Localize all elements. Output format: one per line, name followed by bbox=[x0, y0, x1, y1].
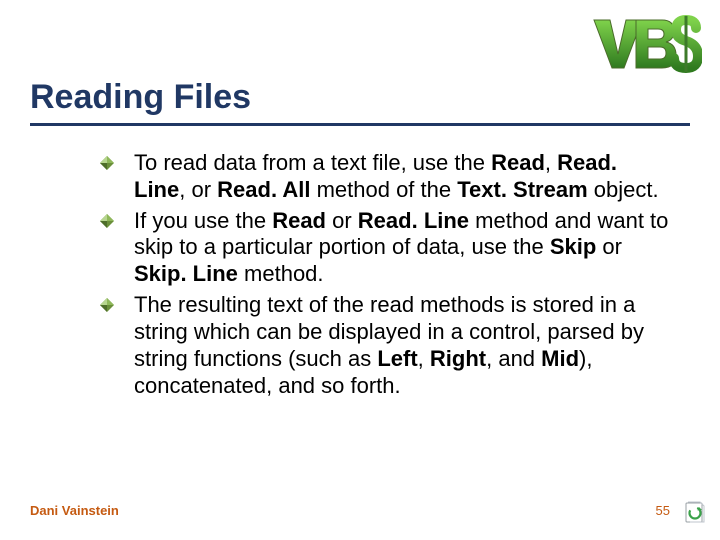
bullet-text: To read data from a text file, use the R… bbox=[134, 150, 659, 202]
body-content: To read data from a text file, use the R… bbox=[100, 150, 670, 403]
vbs-logo bbox=[592, 14, 702, 74]
footer-author: Dani Vainstein bbox=[30, 503, 119, 518]
slide-title: Reading Files bbox=[30, 78, 690, 117]
title-block: Reading Files bbox=[30, 78, 690, 126]
bullet-list: To read data from a text file, use the R… bbox=[100, 150, 670, 399]
bullet-item: If you use the Read or Read. Line method… bbox=[100, 208, 670, 288]
footer-page-number: 55 bbox=[656, 503, 670, 518]
diamond-bullet-icon bbox=[100, 214, 114, 228]
refresh-page-icon bbox=[684, 500, 706, 524]
bullet-item: To read data from a text file, use the R… bbox=[100, 150, 670, 204]
bullet-text: If you use the Read or Read. Line method… bbox=[134, 208, 668, 287]
bullet-item: The resulting text of the read methods i… bbox=[100, 292, 670, 399]
title-underline bbox=[30, 123, 690, 126]
diamond-bullet-icon bbox=[100, 156, 114, 170]
slide: Reading Files To read data from a text f… bbox=[0, 0, 720, 540]
diamond-bullet-icon bbox=[100, 298, 114, 312]
bullet-text: The resulting text of the read methods i… bbox=[134, 292, 644, 397]
